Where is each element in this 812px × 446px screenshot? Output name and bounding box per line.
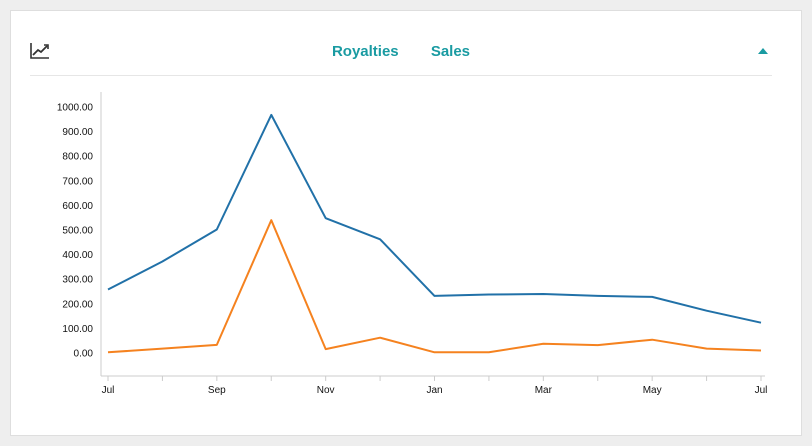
x-tick-label: Mar xyxy=(535,385,553,396)
x-tick-label: Jul xyxy=(755,385,768,396)
y-tick-label: 200.00 xyxy=(62,299,93,310)
y-tick-label: 500.00 xyxy=(62,226,93,237)
series-line-1 xyxy=(107,113,762,324)
x-tick-label: May xyxy=(643,385,662,396)
y-tick-label: 1000.00 xyxy=(57,103,94,114)
y-tick-label: 800.00 xyxy=(62,152,93,163)
y-tick-label: 600.00 xyxy=(62,201,93,212)
series-line-2 xyxy=(107,219,762,354)
y-tick-label: 0.00 xyxy=(74,349,94,360)
y-tick-label: 400.00 xyxy=(62,250,93,261)
x-tick-label: Jul xyxy=(102,385,115,396)
x-tick-label: Sep xyxy=(208,385,226,396)
x-tick-label: Jan xyxy=(426,385,442,396)
y-tick-label: 700.00 xyxy=(62,176,93,187)
y-tick-label: 100.00 xyxy=(62,324,93,335)
line-chart: 0.00 100.00 200.00 300.00 400.00 500.00 600.00… xyxy=(57,92,768,396)
x-tick-label: Nov xyxy=(317,385,335,396)
y-tick-label: 300.00 xyxy=(62,275,93,286)
y-tick-label: 900.00 xyxy=(62,127,93,138)
